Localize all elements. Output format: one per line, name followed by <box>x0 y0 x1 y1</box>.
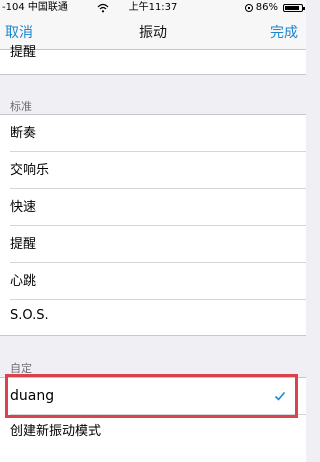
list-item-label: 提醒 <box>10 45 37 60</box>
vibration-option-rapid[interactable]: 快速 <box>0 189 306 226</box>
list-item-label: 快速 <box>10 200 37 215</box>
list-item-label: 心跳 <box>10 274 37 289</box>
navigation-bar: 取消 振动 完成 <box>0 16 306 50</box>
list-item-label: S.O.S. <box>10 308 49 323</box>
vibration-option-sos[interactable]: S.O.S. <box>0 300 306 336</box>
create-new-vibration-button[interactable]: 创建新振动模式 <box>0 415 306 462</box>
status-right: 86% <box>244 0 305 16</box>
vibration-option-custom-selected[interactable]: duang <box>0 378 306 415</box>
battery-percent: 86% <box>255 2 278 13</box>
vibration-option-alert[interactable]: 提醒 <box>0 226 306 263</box>
vibration-option-symphony[interactable]: 交响乐 <box>0 152 306 189</box>
list-item-label: 断奏 <box>10 126 37 141</box>
battery-icon <box>283 4 305 12</box>
list-item-label: 提醒 <box>10 237 37 252</box>
checkmark-icon <box>274 390 286 402</box>
vibration-option-heartbeat[interactable]: 心跳 <box>0 263 306 300</box>
status-bar: -104 中国联通 上午11:37 86% <box>0 0 306 16</box>
page-title: 振动 <box>139 25 167 41</box>
divider <box>0 335 306 336</box>
orientation-lock-icon <box>244 4 253 12</box>
list-item-partial[interactable]: 提醒 <box>0 45 306 74</box>
done-button[interactable]: 完成 <box>270 16 298 50</box>
divider <box>0 74 306 75</box>
list-item-label: 创建新振动模式 <box>10 424 102 439</box>
battery-level <box>285 6 299 10</box>
section-header-custom: 自定 <box>10 362 32 375</box>
list-item-label: 交响乐 <box>10 163 50 178</box>
section-header-standard: 标准 <box>10 100 32 113</box>
vibration-option-staccato[interactable]: 断奏 <box>0 115 306 152</box>
list-item-label: duang <box>10 388 55 404</box>
